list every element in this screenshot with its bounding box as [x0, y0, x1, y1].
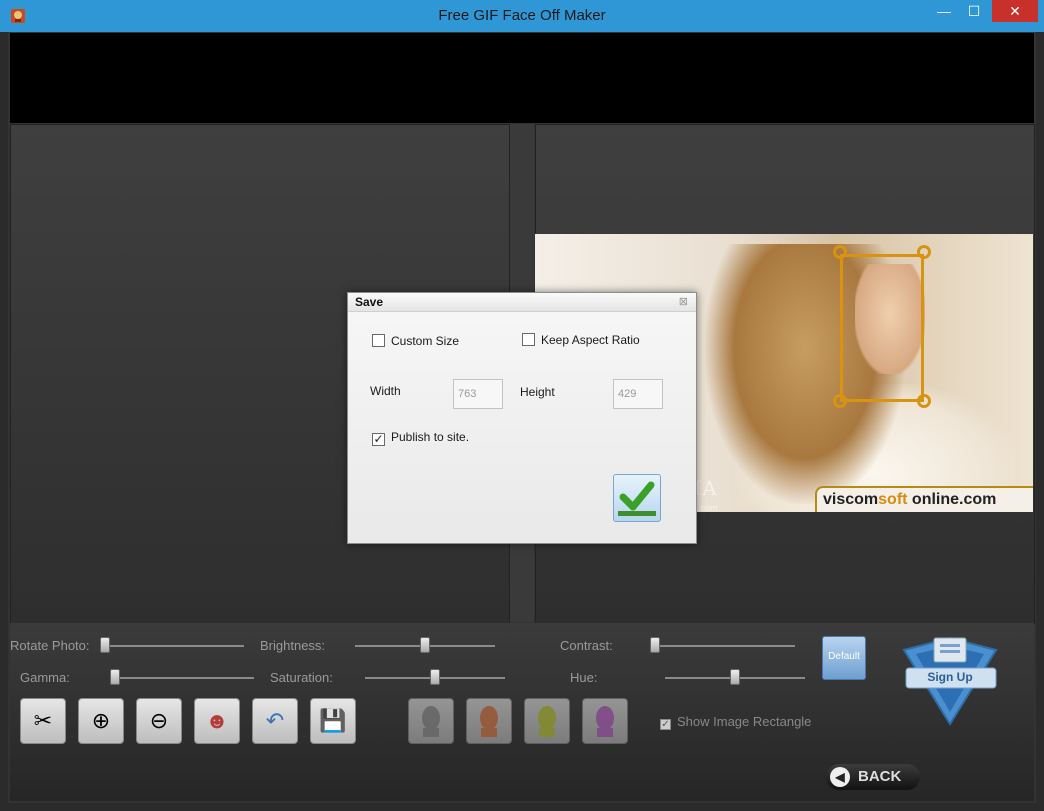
rotate-slider-thumb[interactable] — [100, 637, 110, 653]
face-handle-bottom-right[interactable] — [917, 394, 931, 408]
faces-button[interactable]: ☻ — [194, 698, 240, 744]
keep-aspect-checkbox[interactable]: Keep Aspect Ratio — [522, 333, 640, 347]
publish-checkbox[interactable]: ✓ Publish to site. — [372, 430, 469, 446]
face-handle-bottom-left[interactable] — [833, 394, 847, 408]
publish-checkmark-icon: ✓ — [372, 432, 385, 446]
zoom-out-button[interactable]: ⊖ — [136, 698, 182, 744]
top-banner — [10, 33, 1034, 123]
publish-label: Publish to site. — [391, 430, 470, 444]
custom-size-label: Custom Size — [391, 334, 460, 348]
face-handle-top-right[interactable] — [917, 245, 931, 259]
maximize-button[interactable]: ☐ — [960, 0, 988, 22]
back-arrow-icon: ◀ — [830, 767, 850, 787]
saturation-label: Saturation: — [270, 670, 333, 685]
logo-text-viscom: viscom — [823, 491, 879, 508]
save-dialog: Save ⊠ Custom Size Keep Aspect Ratio Wid… — [347, 292, 697, 544]
checkmark-icon — [618, 481, 656, 516]
close-button[interactable]: ✕ — [992, 0, 1038, 22]
hue-slider-thumb[interactable] — [730, 669, 740, 685]
scissors-icon: ✂ — [33, 708, 53, 733]
save-dialog-titlebar: Save ⊠ — [348, 293, 696, 312]
contrast-label: Contrast: — [560, 638, 613, 653]
filter-pink-icon — [596, 706, 614, 737]
confirm-save-button[interactable] — [613, 474, 661, 522]
rotate-label: Rotate Photo: — [10, 638, 90, 653]
filter-gray-icon — [422, 706, 440, 737]
back-button[interactable]: ◀ BACK — [826, 764, 920, 790]
filter-yellow-button[interactable] — [524, 698, 570, 744]
undo-icon: ↶ — [265, 708, 285, 733]
rotate-slider-track[interactable] — [104, 645, 244, 647]
face-handle-top-left[interactable] — [833, 245, 847, 259]
back-label: BACK — [858, 768, 902, 785]
brightness-label: Brightness: — [260, 638, 326, 653]
undo-button[interactable]: ↶ — [252, 698, 298, 744]
logo-text-soft: soft — [878, 491, 908, 508]
width-field[interactable] — [453, 379, 503, 409]
zoom-in-icon: ⊕ — [91, 708, 111, 733]
filter-gray-button[interactable] — [408, 698, 454, 744]
filter-pink-button[interactable] — [582, 698, 628, 744]
signup-label: Sign Up — [927, 670, 973, 684]
face-selection-rect[interactable] — [840, 254, 924, 402]
filter-orange-button[interactable] — [466, 698, 512, 744]
custom-size-checkbox[interactable]: Custom Size — [372, 334, 459, 348]
dialog-close-icon[interactable]: ⊠ — [679, 295, 688, 308]
photo-logo: viscomsoft online.com — [815, 486, 1033, 512]
custom-size-box — [372, 334, 385, 347]
keep-aspect-box — [522, 333, 535, 346]
contrast-slider-track[interactable] — [655, 645, 795, 647]
save-dialog-title: Save — [355, 295, 384, 309]
filter-orange-icon — [480, 706, 498, 737]
save-tool-button[interactable]: 💾 — [310, 698, 356, 744]
keep-aspect-label: Keep Aspect Ratio — [541, 333, 640, 347]
default-button[interactable]: Default — [822, 636, 866, 680]
zoom-in-button[interactable]: ⊕ — [78, 698, 124, 744]
gamma-slider-track[interactable] — [114, 677, 254, 679]
zoom-out-icon: ⊖ — [149, 708, 169, 733]
show-image-rect-label: Show Image Rectangle — [677, 714, 812, 729]
brightness-slider-thumb[interactable] — [420, 637, 430, 653]
window-title: Free GIF Face Off Maker — [438, 7, 606, 24]
contrast-slider-thumb[interactable] — [650, 637, 660, 653]
width-label: Width — [370, 384, 401, 398]
minimize-button[interactable]: — — [930, 0, 958, 22]
gamma-label: Gamma: — [20, 670, 70, 685]
gamma-slider-thumb[interactable] — [110, 669, 120, 685]
height-field[interactable] — [613, 379, 663, 409]
cut-button[interactable]: ✂ — [20, 698, 66, 744]
faces-icon: ☻ — [205, 708, 229, 733]
window-titlebar: Free GIF Face Off Maker — ☐ ✕ — [0, 0, 1044, 32]
save-icon: 💾 — [319, 708, 347, 733]
hue-label: Hue: — [570, 670, 598, 685]
height-label: Height — [520, 385, 555, 399]
signup-badge[interactable]: Sign Up — [902, 636, 998, 726]
show-image-rect-checkbox[interactable]: ✓ Show Image Rectangle — [660, 714, 811, 730]
show-image-rect-checkmark: ✓ — [660, 719, 671, 730]
saturation-slider-thumb[interactable] — [430, 669, 440, 685]
filter-yellow-icon — [538, 706, 556, 737]
logo-text-online: online.com — [911, 491, 997, 508]
save-dialog-body: Custom Size Keep Aspect Ratio Width Heig… — [348, 312, 696, 543]
